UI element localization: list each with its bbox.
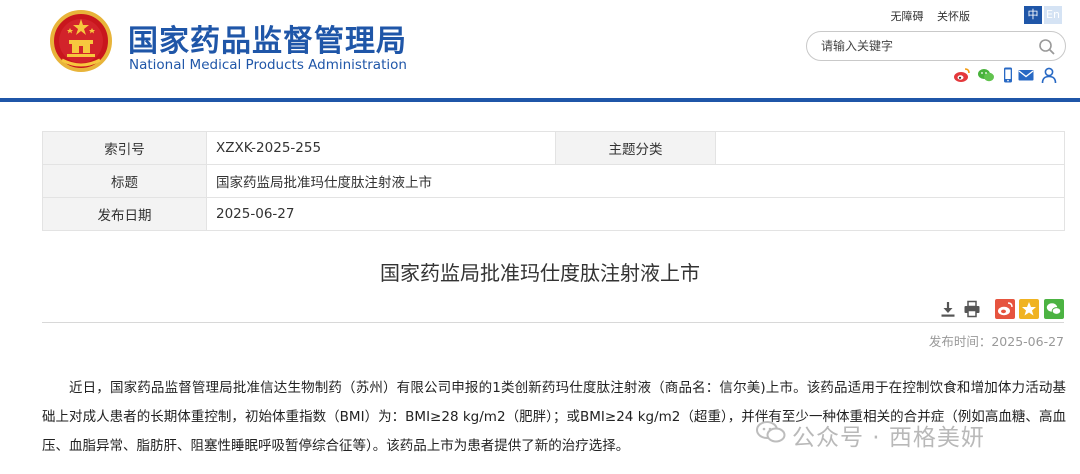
table-row: 索引号 XZXK-2025-255 主题分类 (42, 131, 1065, 165)
publish-date-label: 发布日期 (42, 197, 207, 231)
national-emblem-icon (50, 10, 112, 72)
wechat-icon[interactable] (977, 66, 995, 84)
weibo-icon[interactable] (953, 66, 971, 84)
search-box (806, 31, 1066, 61)
wechat-watermark-icon (756, 421, 786, 443)
publish-time: 发布时间：2025-06-27 (928, 334, 1064, 349)
accessibility-link[interactable]: 无障碍 (891, 10, 924, 23)
care-mode-link[interactable]: 关怀版 (937, 10, 970, 23)
table-row: 标题 国家药监局批准玛仕度肽注射液上市 (42, 164, 1065, 198)
document-info-table: 索引号 XZXK-2025-255 主题分类 标题 国家药监局批准玛仕度肽注射液… (42, 131, 1065, 231)
search-input[interactable] (821, 38, 1031, 54)
share-weibo-icon[interactable] (995, 299, 1015, 319)
search-icon[interactable] (1038, 38, 1056, 56)
favorite-icon[interactable] (1019, 299, 1039, 319)
top-links: 无障碍 关怀版 (881, 8, 971, 24)
site-header: 国家药品监督管理局 National Medical Products Admi… (0, 0, 1080, 100)
watermark: 公众号 · 西格美妍 (756, 418, 1056, 451)
title-label: 标题 (42, 164, 207, 198)
mobile-icon[interactable] (999, 66, 1017, 84)
publish-date-value: 2025-06-27 (206, 197, 1065, 231)
article-divider (42, 322, 1064, 323)
header-divider (0, 98, 1080, 102)
watermark-text: 公众号 · 西格美妍 (792, 425, 985, 451)
site-title-en: National Medical Products Administration (129, 57, 407, 73)
article-title: 国家药监局批准玛仕度肽注射液上市 (380, 261, 700, 285)
table-row: 发布日期 2025-06-27 (42, 197, 1065, 231)
title-value: 国家药监局批准玛仕度肽注射液上市 (206, 164, 1065, 198)
index-number-value: XZXK-2025-255 (206, 131, 556, 165)
site-title-cn: 国家药品监督管理局 (128, 24, 407, 59)
topic-category-label: 主题分类 (555, 131, 716, 165)
lang-zh-button[interactable]: 中 (1024, 6, 1042, 24)
user-icon[interactable] (1040, 66, 1058, 84)
print-icon[interactable] (962, 299, 982, 319)
download-icon[interactable] (938, 299, 958, 319)
lang-en-button[interactable]: En (1044, 6, 1062, 24)
share-wechat-icon[interactable] (1044, 299, 1064, 319)
index-number-label: 索引号 (42, 131, 207, 165)
mail-icon[interactable] (1017, 66, 1035, 84)
topic-category-value (715, 131, 1065, 165)
